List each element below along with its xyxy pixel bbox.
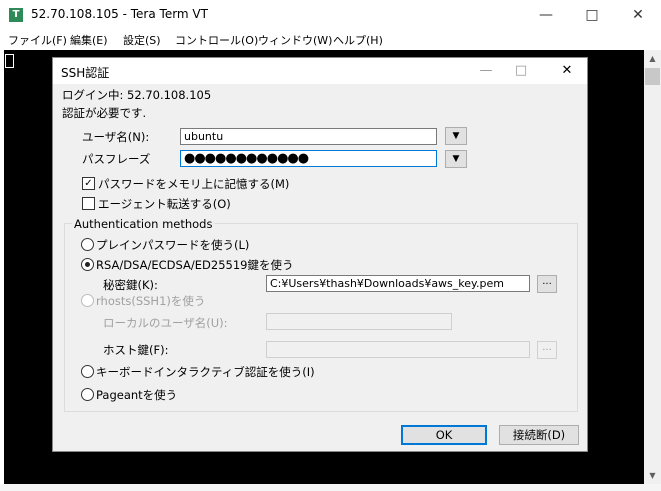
username-input[interactable]: ubuntu xyxy=(180,128,437,145)
agent-forward-checkbox[interactable] xyxy=(82,197,95,210)
passphrase-dropdown-icon[interactable]: ▼ xyxy=(445,150,467,168)
keyboard-interactive-label: キーボードインタラクティブ認証を使う(I) xyxy=(96,365,315,379)
menu-bar: ファイル(F) 編集(E) 設定(S) コントロール(O) ウィンドウ(W) ヘ… xyxy=(0,30,661,50)
pageant-label: Pageantを使う xyxy=(96,388,178,402)
private-key-input[interactable]: C:¥Users¥thash¥Downloads¥aws_key.pem xyxy=(266,275,530,292)
remember-password-label: パスワードをメモリ上に記憶する(M) xyxy=(98,177,290,191)
dialog-titlebar[interactable]: SSH認証 — □ ✕ xyxy=(53,58,587,84)
taskbar-edge xyxy=(0,484,661,491)
auth-required-text: 認証が必要です. xyxy=(62,106,147,120)
host-key-label: ホスト鍵(F): xyxy=(103,343,169,357)
plain-password-radio[interactable] xyxy=(81,238,94,251)
terminal-scrollbar[interactable]: ▲ ▼ xyxy=(644,50,661,484)
dialog-maximize-button: □ xyxy=(514,63,528,78)
disconnect-button[interactable]: 接続断(D) xyxy=(499,425,579,445)
scroll-up-icon[interactable]: ▲ xyxy=(644,50,661,67)
rhosts-label: rhosts(SSH1)を使う xyxy=(96,294,206,308)
username-dropdown-icon[interactable]: ▼ xyxy=(445,127,467,145)
maximize-button[interactable]: □ xyxy=(569,0,615,30)
keyboard-interactive-radio[interactable] xyxy=(81,365,94,378)
window-title: 52.70.108.105 - Tera Term VT xyxy=(31,7,208,21)
host-key-input[interactable] xyxy=(266,341,530,358)
host-key-browse-button[interactable]: ... xyxy=(537,341,557,359)
menu-edit[interactable]: 編集(E) xyxy=(70,32,108,48)
remember-password-checkbox[interactable]: ✓ xyxy=(82,177,95,190)
private-key-browse-button[interactable]: ... xyxy=(537,275,557,293)
scroll-down-icon[interactable]: ▼ xyxy=(644,467,661,484)
scroll-thumb[interactable] xyxy=(645,68,660,85)
local-user-label: ローカルのユーザ名(U): xyxy=(103,316,228,330)
login-status-text: ログイン中: 52.70.108.105 xyxy=(62,88,212,102)
menu-setup[interactable]: 設定(S) xyxy=(123,32,161,48)
username-label: ユーザ名(N): xyxy=(82,130,150,144)
ssh-auth-dialog: SSH認証 — □ ✕ ログイン中: 52.70.108.105 認証が必要です… xyxy=(52,57,588,452)
radio-selected-dot xyxy=(85,262,90,267)
window-left-edge xyxy=(0,50,4,491)
ok-button[interactable]: OK xyxy=(401,425,487,445)
minimize-button[interactable]: — xyxy=(523,0,569,30)
menu-file[interactable]: ファイル(F) xyxy=(8,32,67,48)
rsa-key-radio[interactable] xyxy=(81,258,94,271)
menu-window[interactable]: ウィンドウ(W) xyxy=(258,32,332,48)
rhosts-radio[interactable] xyxy=(81,294,94,307)
passphrase-input[interactable]: ●●●●●●●●●●●● xyxy=(180,150,437,167)
teraterm-app-icon: T xyxy=(9,8,23,22)
dialog-close-button[interactable]: ✕ xyxy=(547,58,587,84)
window-titlebar[interactable]: T 52.70.108.105 - Tera Term VT — □ ✕ xyxy=(0,0,661,30)
private-key-label: 秘密鍵(K): xyxy=(103,278,158,292)
pageant-radio[interactable] xyxy=(81,388,94,401)
passphrase-label: パスフレーズ xyxy=(82,152,151,166)
close-button[interactable]: ✕ xyxy=(615,0,661,30)
terminal-cursor xyxy=(5,54,14,68)
auth-methods-label: Authentication methods xyxy=(72,217,215,231)
agent-forward-label: エージェント転送する(O) xyxy=(98,197,231,211)
dialog-title: SSH認証 xyxy=(61,66,110,80)
rsa-key-label: RSA/DSA/ECDSA/ED25519鍵を使う xyxy=(96,258,294,272)
menu-help[interactable]: ヘルプ(H) xyxy=(333,32,383,48)
menu-control[interactable]: コントロール(O) xyxy=(175,32,258,48)
local-user-input[interactable] xyxy=(266,313,452,330)
plain-password-label: プレインパスワードを使う(L) xyxy=(96,238,250,252)
dialog-minimize-button: — xyxy=(479,63,493,78)
